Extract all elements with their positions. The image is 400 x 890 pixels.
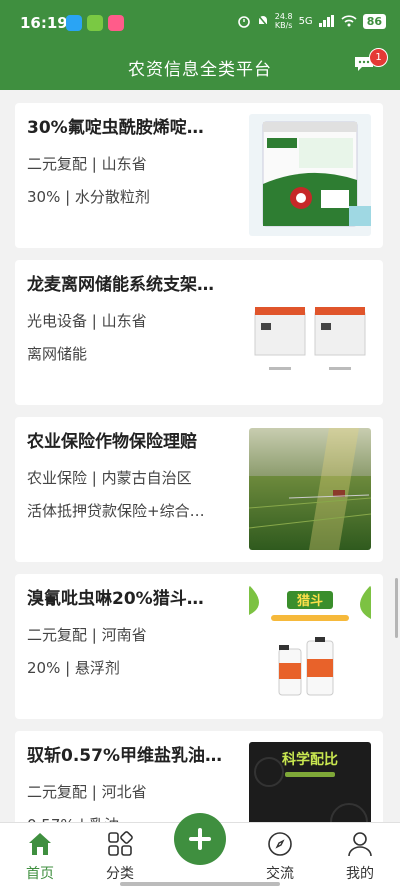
tab-home-label: 首页 <box>26 866 54 882</box>
product-card[interactable]: 30%氟啶虫酰胺烯啶… 二元复配 | 山东省 30% | 水分散粒剂 <box>15 103 383 248</box>
product-title: 30%氟啶虫酰胺烯啶… <box>27 118 204 138</box>
home-indicator[interactable] <box>120 882 280 886</box>
product-category-region: 二元复配 | 河北省 <box>27 783 147 801</box>
signal-label: 5G <box>298 15 313 27</box>
net-speed-value: 24.8 <box>274 12 293 21</box>
product-image <box>249 271 371 393</box>
notification-icons <box>66 15 124 31</box>
app-notification-icon <box>66 15 82 31</box>
net-speed-unit: KB/s <box>274 21 293 30</box>
plus-icon <box>189 828 211 850</box>
alarm-icon <box>237 16 250 28</box>
product-spec: 活体抵押贷款保险+综合… <box>27 502 205 520</box>
product-image: 猎斗 <box>249 585 371 707</box>
wifi-icon <box>341 15 357 27</box>
product-category-region: 光电设备 | 山东省 <box>27 312 147 330</box>
product-list: 30%氟啶虫酰胺烯啶… 二元复配 | 山东省 30% | 水分散粒剂 龙麦离网储… <box>0 90 400 822</box>
publish-button[interactable] <box>174 813 226 865</box>
home-icon <box>29 833 51 855</box>
product-title: 驭斩0.57%甲维盐乳油… <box>27 746 222 766</box>
category-icon <box>108 831 133 856</box>
product-card[interactable]: 驭斩0.57%甲维盐乳油… 二元复配 | 河北省 0.57% | 乳油 科学配比 <box>15 731 383 822</box>
net-speed: 24.8 KB/s <box>275 12 293 30</box>
product-image: 科学配比 <box>249 742 371 822</box>
tab-community-label: 交流 <box>266 866 294 882</box>
page-title: 农资信息全类平台 <box>128 60 272 80</box>
tab-home[interactable]: 首页 <box>10 831 70 883</box>
product-image <box>249 428 371 550</box>
status-right: 24.8 KB/s 5G 86 <box>237 12 386 30</box>
product-spec: 离网储能 <box>27 345 88 363</box>
product-image <box>249 114 371 236</box>
compass-icon <box>268 832 292 856</box>
video-notification-icon <box>108 15 124 31</box>
tab-community[interactable]: 交流 <box>250 831 310 883</box>
tab-profile[interactable]: 我的 <box>330 831 390 883</box>
status-bar: 16:19 24.8 KB/s 5G 86 <box>0 0 400 42</box>
product-card[interactable]: 龙麦离网储能系统支架… 光电设备 | 山东省 离网储能 <box>15 260 383 405</box>
product-spec: 30% | 水分散粒剂 <box>27 188 150 206</box>
signal-icon <box>318 15 334 27</box>
product-image-text: 科学配比 <box>282 751 338 768</box>
product-card[interactable]: 农业保险作物保险理赔 农业保险 | 内蒙古自治区 活体抵押贷款保险+综合… <box>15 417 383 562</box>
message-badge: 1 <box>369 48 388 67</box>
product-category-region: 二元复配 | 河南省 <box>27 626 147 644</box>
mute-icon <box>257 14 269 28</box>
wechat-notification-icon <box>87 15 103 31</box>
product-title: 龙麦离网储能系统支架… <box>27 275 214 295</box>
user-icon <box>348 832 372 857</box>
tab-category[interactable]: 分类 <box>90 831 150 883</box>
scrollbar[interactable] <box>395 578 398 638</box>
tab-category-label: 分类 <box>106 866 134 882</box>
product-image-text: 猎斗 <box>297 593 323 609</box>
status-time: 16:19 <box>20 14 68 32</box>
tab-profile-label: 我的 <box>346 866 374 882</box>
battery-indicator: 86 <box>362 13 386 29</box>
app-header: 16:19 24.8 KB/s 5G 86 农资信息全类平台 1 <box>0 0 400 90</box>
product-category-region: 农业保险 | 内蒙古自治区 <box>27 469 192 487</box>
product-category-region: 二元复配 | 山东省 <box>27 155 147 173</box>
bottom-tab-bar: 首页 分类 交流 我的 <box>0 813 400 890</box>
product-title: 溴氰吡虫啉20%猎斗… <box>27 589 204 609</box>
product-spec: 20% | 悬浮剂 <box>27 659 120 677</box>
product-card[interactable]: 溴氰吡虫啉20%猎斗… 二元复配 | 河南省 20% | 悬浮剂 猎斗 <box>15 574 383 719</box>
product-title: 农业保险作物保险理赔 <box>27 432 197 452</box>
